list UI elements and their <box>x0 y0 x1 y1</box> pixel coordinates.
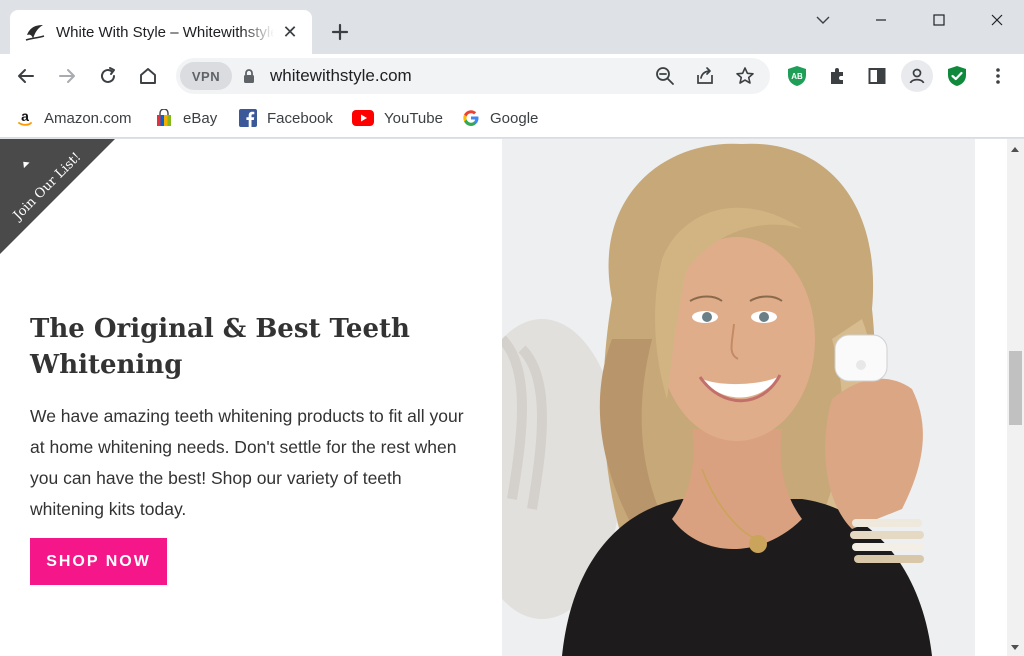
adblock-extension-button[interactable]: AB <box>781 60 813 92</box>
side-panel-icon <box>868 68 886 84</box>
side-panel-button[interactable] <box>861 60 893 92</box>
extension-badge-text: AB <box>791 72 803 81</box>
bookmark-label: eBay <box>183 109 218 127</box>
facebook-icon <box>239 109 257 127</box>
new-tab-button[interactable] <box>326 18 354 46</box>
browser-toolbar: VPN whitewithstyle.com AB <box>0 54 1024 98</box>
home-button[interactable] <box>132 60 164 92</box>
avatar-icon <box>909 68 925 84</box>
puzzle-icon <box>831 68 843 84</box>
back-button[interactable] <box>10 60 42 92</box>
browser-menu-button[interactable] <box>982 60 1014 92</box>
scroll-up-arrow-icon[interactable] <box>1011 147 1019 152</box>
reload-button[interactable] <box>92 60 124 92</box>
close-icon <box>991 14 1003 26</box>
hero-image <box>502 139 975 656</box>
lock-icon[interactable] <box>242 68 256 84</box>
tab-title: White With Style – Whitewithstyle.com <box>56 23 274 41</box>
bookmarks-bar: a Amazon.com eBay Facebook YouTube Googl <box>0 98 1024 138</box>
scroll-down-arrow-icon[interactable] <box>1011 645 1019 650</box>
amazon-icon: a <box>16 109 34 127</box>
address-bar[interactable]: VPN whitewithstyle.com <box>176 58 770 94</box>
close-window-button[interactable] <box>974 6 1020 34</box>
bookmark-label: YouTube <box>384 109 443 127</box>
google-icon <box>462 109 480 127</box>
arrow-left-icon <box>18 69 34 83</box>
svg-text:a: a <box>21 109 29 124</box>
reload-icon <box>101 67 115 83</box>
bookmark-amazon[interactable]: a Amazon.com <box>16 106 132 130</box>
vpn-button[interactable]: VPN <box>180 62 232 90</box>
zoom-icon[interactable] <box>653 64 677 88</box>
bookmark-star-icon[interactable] <box>733 64 757 88</box>
bookmark-label: Facebook <box>267 109 333 127</box>
chevron-down-icon <box>816 16 830 24</box>
ebay-icon <box>155 109 173 127</box>
shield-check-icon <box>948 66 966 86</box>
hero-description: We have amazing teeth whitening products… <box>30 406 464 519</box>
minimize-button[interactable] <box>858 6 904 34</box>
browser-tab[interactable]: White With Style – Whitewithstyle.com ✕ <box>10 10 312 54</box>
ribbon-background <box>0 139 115 255</box>
url-text[interactable]: whitewithstyle.com <box>270 66 412 86</box>
tab-strip: White With Style – Whitewithstyle.com ✕ <box>0 0 1024 54</box>
vpn-label: VPN <box>191 68 221 84</box>
profile-button[interactable] <box>901 60 933 92</box>
bookmark-ebay[interactable]: eBay <box>155 106 217 130</box>
arrow-right-icon <box>59 69 75 83</box>
home-icon <box>140 68 156 84</box>
plus-icon <box>331 23 349 41</box>
bookmark-label: Google <box>490 109 539 127</box>
vertical-scrollbar[interactable] <box>1007 139 1024 656</box>
minimize-icon <box>876 19 886 21</box>
kebab-menu-icon <box>996 68 1000 84</box>
scrollbar-thumb[interactable] <box>1009 351 1022 425</box>
maximize-button[interactable] <box>916 6 962 34</box>
maximize-icon <box>933 14 945 26</box>
join-list-ribbon[interactable]: Join Our List! <box>0 139 115 255</box>
close-tab-icon[interactable]: ✕ <box>280 22 300 42</box>
bookmark-youtube[interactable]: YouTube <box>352 106 443 130</box>
bookmark-label: Amazon.com <box>44 109 132 127</box>
shop-now-button[interactable]: SHOP NOW <box>30 538 167 585</box>
share-icon[interactable] <box>693 64 717 88</box>
forward-button[interactable] <box>51 60 83 92</box>
extensions-button[interactable] <box>821 60 853 92</box>
youtube-icon <box>352 109 374 127</box>
adblock-shield-icon: AB <box>788 66 806 86</box>
bookmark-google[interactable]: Google <box>462 106 538 130</box>
tab-search-button[interactable] <box>800 6 846 34</box>
page-viewport: Join Our List! The Original & Best Teeth… <box>0 139 1024 656</box>
security-extension-button[interactable] <box>941 60 973 92</box>
site-favicon-icon <box>24 21 46 43</box>
bookmark-facebook[interactable]: Facebook <box>239 106 333 130</box>
hero-title: The Original & Best Teeth Whitening <box>30 314 410 380</box>
